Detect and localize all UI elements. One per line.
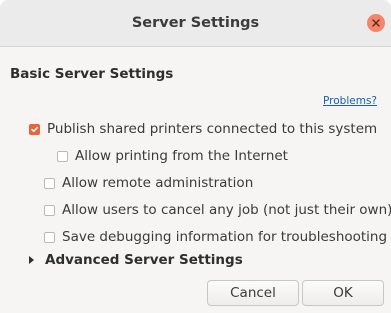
checkbox[interactable] [44,177,55,189]
checkbox-checked[interactable] [29,123,40,135]
cancel-button[interactable]: Cancel [207,280,299,306]
checkbox[interactable] [44,204,55,216]
server-settings-dialog: Server Settings Basic Server Settings Pr… [0,0,391,313]
option-save-debugging-info[interactable]: Save debugging information for troublesh… [44,229,387,245]
problems-link[interactable]: Problems? [323,95,377,107]
option-publish-shared-printers[interactable]: Publish shared printers connected to thi… [29,121,377,137]
section-heading: Basic Server Settings [10,66,174,82]
option-label: Save debugging information for troublesh… [62,229,388,245]
check-icon [31,126,38,132]
option-label: Allow remote administration [62,175,254,191]
close-icon [372,19,380,27]
option-allow-cancel-any-job[interactable]: Allow users to cancel any job (not just … [44,202,391,218]
option-allow-remote-admin[interactable]: Allow remote administration [44,175,253,191]
advanced-settings-expander[interactable]: Advanced Server Settings [29,252,243,268]
option-label: Publish shared printers connected to thi… [47,121,378,137]
checkbox[interactable] [57,150,68,162]
close-button[interactable] [367,14,385,32]
option-allow-printing-internet[interactable]: Allow printing from the Internet [57,148,288,164]
expander-label: Advanced Server Settings [45,252,243,268]
triangle-right-icon [29,256,34,264]
title-bar: Server Settings [0,0,391,47]
option-label: Allow printing from the Internet [75,148,288,164]
window-title: Server Settings [131,15,260,31]
option-label: Allow users to cancel any job (not just … [62,202,391,218]
ok-button[interactable]: OK [302,280,384,306]
checkbox[interactable] [44,231,55,243]
